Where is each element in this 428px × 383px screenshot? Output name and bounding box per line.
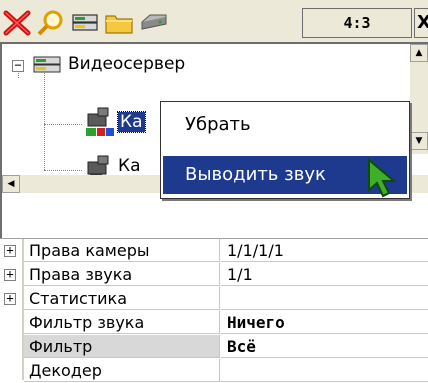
property-row: Фильтр Всё xyxy=(0,335,428,359)
tree-collapse-toggle[interactable]: − xyxy=(12,59,24,72)
property-name: Статистика xyxy=(24,287,220,310)
cursor-icon xyxy=(368,158,397,198)
property-value[interactable]: Ничего xyxy=(221,311,428,334)
tree-item-videoserver[interactable]: Видеосервер xyxy=(68,54,185,74)
menu-item-remove[interactable]: Убрать xyxy=(163,106,407,144)
device-icon xyxy=(72,14,98,31)
search-button[interactable] xyxy=(34,8,68,38)
property-name: Права камеры xyxy=(24,239,220,262)
tree-item-camera-1[interactable]: Ка xyxy=(117,111,146,133)
drive-icon xyxy=(141,14,167,30)
row-expand-toggle[interactable]: + xyxy=(4,268,16,281)
delete-button[interactable] xyxy=(0,8,34,38)
property-value[interactable]: 1/1/1/1 xyxy=(221,239,428,262)
property-value[interactable]: 1/1 xyxy=(221,263,428,286)
drive-button[interactable] xyxy=(136,8,170,38)
property-row: + Статистика xyxy=(0,287,428,311)
property-row: Фильтр звука Ничего xyxy=(0,311,428,335)
camera-icon xyxy=(86,107,114,136)
property-row: + Права звука 1/1 xyxy=(0,263,428,287)
red-x-icon xyxy=(3,10,31,36)
tree-vertical-scrollbar[interactable]: ▲ ▼ xyxy=(410,44,428,154)
scroll-up-button[interactable]: ▲ xyxy=(410,44,428,62)
property-row: Декодер xyxy=(0,359,428,383)
property-name: Права звука xyxy=(24,263,220,286)
device-button[interactable] xyxy=(68,8,102,38)
property-grid: + Права камеры 1/1/1/1 + Права звука 1/1… xyxy=(0,238,428,383)
property-name: Фильтр звука xyxy=(24,311,220,334)
scroll-down-button[interactable]: ▼ xyxy=(410,132,428,150)
property-value[interactable]: Всё xyxy=(221,335,428,358)
toolbar-overflow-button[interactable]: X xyxy=(414,8,428,38)
row-expand-toggle[interactable]: + xyxy=(4,292,16,305)
row-expand-toggle[interactable]: + xyxy=(4,244,16,257)
folder-icon xyxy=(105,15,133,34)
property-name: Фильтр xyxy=(24,335,220,358)
video-server-icon xyxy=(33,56,61,73)
property-value[interactable] xyxy=(221,287,428,310)
property-row: + Права камеры 1/1/1/1 xyxy=(0,239,428,263)
magnifier-icon xyxy=(37,10,63,36)
toolbar: 4:3 X xyxy=(0,0,428,42)
aspect-ratio-button[interactable]: 4:3 xyxy=(302,8,412,38)
tree-item-camera-2[interactable]: Ка xyxy=(118,156,141,176)
scroll-left-button[interactable]: ◀ xyxy=(2,175,20,193)
folder-button[interactable] xyxy=(102,8,136,38)
